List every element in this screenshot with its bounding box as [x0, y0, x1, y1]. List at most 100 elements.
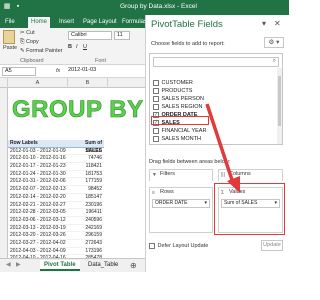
- column-header-b[interactable]: B: [68, 78, 108, 88]
- checkbox[interactable]: [153, 80, 159, 86]
- search-input[interactable]: ⌕: [153, 57, 279, 67]
- sheet-tab-data-table[interactable]: Data_Table: [84, 260, 122, 271]
- copy-button[interactable]: ⎘ Copy: [20, 39, 39, 46]
- format-painter-button[interactable]: ✎ Format Painter: [20, 48, 63, 54]
- worksheet-grid[interactable]: GROUP BY Row Labels Sum of SALES 2012-01…: [0, 88, 145, 258]
- columns-area[interactable]: ||| Columns: [218, 169, 283, 181]
- save-icon[interactable]: ▪: [14, 3, 22, 11]
- add-sheet-icon[interactable]: ⊕: [126, 260, 141, 271]
- paste-icon[interactable]: [3, 30, 15, 44]
- row-number-gutter[interactable]: [0, 88, 8, 258]
- pivot-row-value[interactable]: 74746: [68, 155, 104, 162]
- pivot-row[interactable]: 2012-02-28 - 2012-03-05 196411: [8, 209, 104, 217]
- field-item[interactable]: PRODUCTS: [153, 87, 273, 95]
- pivot-row-value[interactable]: 230196: [68, 202, 104, 209]
- pivot-row[interactable]: 2012-01-24 - 2012-01-30 181753: [8, 171, 104, 179]
- pivot-row[interactable]: 2012-03-13 - 2012-03-19 242169: [8, 225, 104, 233]
- pivot-row-value[interactable]: 272643: [68, 240, 104, 247]
- pivot-row[interactable]: 2012-03-27 - 2012-04-02 272643: [8, 240, 104, 248]
- sum-of-sales-header[interactable]: Sum of SALES: [68, 140, 104, 154]
- scrollbar-thumb[interactable]: [278, 76, 281, 126]
- tab-home[interactable]: Home: [28, 17, 51, 28]
- paste-button[interactable]: Paste: [3, 45, 17, 51]
- pivot-row-label[interactable]: 2012-01-24 - 2012-01-30: [8, 171, 68, 178]
- pivot-row-label[interactable]: 2012-02-21 - 2012-02-27: [8, 202, 68, 209]
- filters-area[interactable]: ▼ Filters: [149, 169, 213, 181]
- select-all-corner[interactable]: [0, 78, 8, 88]
- field-item[interactable]: CUSTOMER: [153, 79, 273, 87]
- font-name-select[interactable]: Calibri: [68, 31, 112, 40]
- pane-options-chevron-icon[interactable]: ▾: [262, 19, 266, 28]
- pivot-row-value[interactable]: 173196: [68, 248, 104, 255]
- cut-button[interactable]: ✂ Cut: [20, 30, 35, 36]
- close-icon[interactable]: ✕: [274, 19, 281, 28]
- pivot-row[interactable]: 2012-01-17 - 2012-01-23 118421: [8, 163, 104, 171]
- tab-file[interactable]: File: [2, 17, 18, 28]
- checkbox[interactable]: [153, 136, 159, 142]
- scroll-right-icon[interactable]: ▶: [12, 260, 25, 271]
- field-item[interactable]: FINANCIAL YEAR: [153, 127, 273, 135]
- checkbox[interactable]: [149, 243, 155, 249]
- rows-field-order-date[interactable]: ORDER DATE ▾: [152, 199, 210, 208]
- tab-insert[interactable]: Insert: [56, 17, 77, 28]
- pivot-row[interactable]: 2012-04-03 - 2012-04-09 173196: [8, 248, 104, 256]
- pivot-row-value[interactable]: 98452: [68, 186, 104, 193]
- rows-area[interactable]: ≡ Rows ORDER DATE ▾: [149, 187, 213, 233]
- pivot-header-row[interactable]: Row Labels Sum of SALES: [8, 140, 104, 154]
- pivot-row-label[interactable]: 2012-04-03 - 2012-04-09: [8, 248, 68, 255]
- pivot-row-value[interactable]: 185147: [68, 194, 104, 201]
- checkbox[interactable]: [153, 88, 159, 94]
- column-header-a[interactable]: A: [8, 78, 68, 88]
- pivot-row-label[interactable]: 2012-01-03 - 2012-01-09: [8, 148, 68, 155]
- pivot-row-label[interactable]: 2012-03-27 - 2012-04-02: [8, 240, 68, 247]
- pivot-row-value[interactable]: 177159: [68, 178, 104, 185]
- row-labels-header[interactable]: Row Labels: [8, 140, 68, 147]
- checkbox[interactable]: [153, 128, 159, 134]
- pivot-table[interactable]: Row Labels Sum of SALES 2012-01-03 - 201…: [8, 140, 104, 258]
- fx-icon[interactable]: fx: [56, 68, 60, 74]
- pivot-row-value[interactable]: 181753: [68, 171, 104, 178]
- pivot-row-label[interactable]: 2012-02-07 - 2012-02-13: [8, 186, 68, 193]
- field-list-scrollbar[interactable]: [277, 68, 282, 144]
- field-item[interactable]: SALES PERSON: [153, 95, 273, 103]
- name-box[interactable]: A5: [2, 67, 36, 76]
- pivot-row[interactable]: 2012-02-07 - 2012-02-13 98452: [8, 186, 104, 194]
- pivot-row-label[interactable]: 2012-02-28 - 2012-03-05: [8, 209, 68, 216]
- pivot-row-label[interactable]: 2012-01-17 - 2012-01-23: [8, 163, 68, 170]
- pivot-row[interactable]: 2012-02-21 - 2012-02-27 230196: [8, 202, 104, 210]
- pivot-row[interactable]: 2012-01-10 - 2012-01-16 74746: [8, 155, 104, 164]
- pivot-row-label[interactable]: 2012-01-31 - 2012-02-06: [8, 178, 68, 185]
- checkbox[interactable]: [153, 96, 159, 102]
- checkbox[interactable]: [153, 104, 159, 110]
- pivot-row-label[interactable]: 2012-03-13 - 2012-03-19: [8, 225, 68, 232]
- formula-input[interactable]: 2012-01-03: [66, 67, 144, 76]
- pivot-row[interactable]: 2012-01-03 - 2012-01-09 157016: [8, 148, 104, 156]
- update-button[interactable]: Update: [261, 240, 283, 251]
- pivot-row[interactable]: 2012-03-20 - 2012-03-26 296159: [8, 232, 104, 240]
- pivot-row[interactable]: 2012-02-14 - 2012-02-20 185147: [8, 194, 104, 202]
- gear-icon[interactable]: ⚙ ▾: [264, 37, 284, 48]
- pivot-row-value[interactable]: 196411: [68, 209, 104, 216]
- bold-button[interactable]: B: [68, 44, 72, 50]
- pivot-row-label[interactable]: 2012-03-06 - 2012-03-12: [8, 217, 68, 224]
- field-item[interactable]: SALES REGION: [153, 103, 273, 111]
- field-item[interactable]: SALES QTR: [153, 143, 273, 145]
- pivot-row-value[interactable]: 157016: [68, 148, 104, 155]
- pivot-row-label[interactable]: 2012-02-14 - 2012-02-20: [8, 194, 68, 201]
- pivot-row[interactable]: 2012-03-06 - 2012-03-12 240596: [8, 217, 104, 225]
- pivot-row-value[interactable]: 118421: [68, 163, 104, 170]
- font-size-select[interactable]: 11: [114, 31, 130, 40]
- checkbox[interactable]: [153, 144, 159, 145]
- pivot-row-value[interactable]: 240596: [68, 217, 104, 224]
- pivot-row[interactable]: 2012-01-31 - 2012-02-06 177159: [8, 178, 104, 187]
- defer-layout-update-checkbox[interactable]: Defer Layout Update: [149, 243, 208, 249]
- sheet-tab-pivot-table[interactable]: Pivot Table: [40, 260, 80, 271]
- underline-button[interactable]: U: [83, 44, 87, 50]
- italic-button[interactable]: I: [76, 44, 78, 50]
- tab-page-layout[interactable]: Page Layout: [80, 17, 120, 28]
- field-item[interactable]: SALES MONTH: [153, 135, 273, 143]
- pivot-row-value[interactable]: 242169: [68, 225, 104, 232]
- pivot-row-value[interactable]: 296159: [68, 232, 104, 239]
- pivot-row-label[interactable]: 2012-01-10 - 2012-01-16: [8, 155, 68, 162]
- pivot-row-label[interactable]: 2012-03-20 - 2012-03-26: [8, 232, 68, 239]
